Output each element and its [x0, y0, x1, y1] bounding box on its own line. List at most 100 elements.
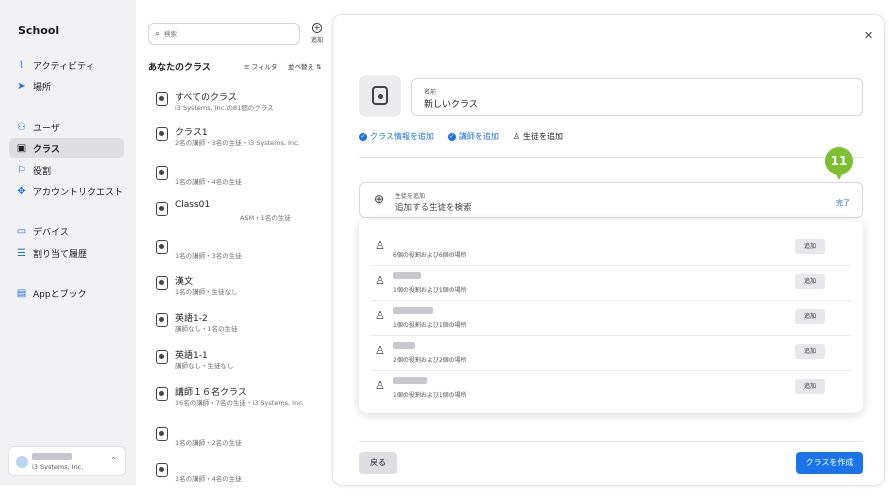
class-subtitle: 1名の講師・3名の生徒	[175, 252, 242, 260]
sidebar-item-label: ユーザ	[33, 123, 60, 134]
student-desc: 2個の役割および2個の場所	[393, 357, 467, 364]
back-button[interactable]: 戻る	[359, 452, 397, 474]
step-indicator: ✓ クラス情報を追加 ✓ 講師を追加 ♙ 生徒を追加	[359, 131, 563, 142]
name-value[interactable]: 新しいクラス	[424, 97, 478, 110]
sidebar-item-devices[interactable]: ▭ デバイス	[9, 221, 124, 241]
filter-button[interactable]: ≡ フィルタ	[244, 61, 277, 71]
add-class-button[interactable]: + 追加	[308, 23, 326, 44]
account-switcher[interactable]: i3 Systems, Inc. ⌃	[8, 446, 126, 476]
student-desc: 1個の役割および1個の場所	[393, 322, 467, 329]
person-icon: ♙	[375, 309, 385, 322]
sidebar-item-roles[interactable]: ⚐ 役割	[9, 160, 124, 180]
student-name-redacted	[393, 307, 433, 314]
class-icon	[156, 240, 168, 254]
sidebar-item-classes[interactable]: ▣ クラス	[9, 138, 124, 158]
step-add-teachers[interactable]: ✓ 講師を追加	[447, 131, 499, 142]
class-avatar[interactable]	[359, 75, 401, 117]
divider	[359, 441, 863, 442]
class-icon	[156, 387, 168, 401]
checkmark-icon: ✓	[447, 132, 456, 141]
search-add-icon: ⊕	[374, 192, 385, 206]
student-desc: 1個の役割および1個の場所	[393, 287, 467, 294]
search-input[interactable]	[164, 30, 285, 38]
step-callout: 11	[825, 147, 855, 180]
sidebar-item-account-requests[interactable]: ✥ アカウントリクエスト	[9, 181, 124, 201]
sidebar-item-assignment-history[interactable]: ☰ 割り当て履歴	[9, 243, 124, 263]
avatar	[16, 456, 28, 468]
done-button[interactable]: 完了	[836, 198, 850, 208]
student-name-redacted	[393, 272, 421, 279]
step-label: 講師を追加	[458, 132, 499, 141]
step-label: クラス情報を追加	[370, 132, 434, 141]
class-list-pane: ⌕ + 追加 あなたのクラス ≡ フィルタ 並べ替え ⇅ すべてのクラス i3 …	[136, 0, 332, 485]
history-icon: ☰	[17, 247, 26, 259]
step-label: 生徒を追加	[523, 132, 564, 141]
sidebar: School ⌇ アクティビティ ➤ 場所 ⚇ ユーザ ▣ クラス ⚐ 役割 ✥…	[0, 0, 136, 485]
divider	[359, 157, 863, 158]
add-student-button[interactable]: 追加	[795, 309, 825, 324]
account-org: i3 Systems, Inc.	[32, 463, 84, 471]
person-icon: ♙	[512, 132, 521, 141]
person-icon: ♙	[375, 344, 385, 357]
list-item[interactable]: ♙ 2個の役割および2個の場所 追加	[371, 337, 851, 371]
class-subtitle: 講師なし・生徒なし	[175, 362, 234, 370]
sidebar-item-apps-books[interactable]: ▤ Appとブック	[9, 283, 124, 303]
student-search-field[interactable]: ⊕ 生徒を追加 追加する生徒を検索 完了	[359, 182, 863, 218]
laptop-icon: ▭	[16, 225, 27, 237]
student-search-input[interactable]: 追加する生徒を検索	[395, 201, 472, 213]
sort-button[interactable]: 並べ替え ⇅	[288, 61, 322, 71]
class-subtitle: 2名の講師・3名の生徒・i3 Systems, Inc.	[175, 139, 300, 147]
sidebar-item-label: 役割	[33, 166, 52, 177]
sort-label: 並べ替え	[288, 63, 314, 71]
flag-icon: ⚐	[17, 164, 26, 176]
account-name-redacted	[32, 453, 72, 460]
student-results-list: ♙ 6個の役割および6個の場所 追加 ♙ 1個の役割および1個の場所 追加 ♙ …	[359, 220, 863, 413]
create-class-button[interactable]: クラスを作成	[796, 452, 863, 474]
add-student-button[interactable]: 追加	[795, 274, 825, 289]
list-item[interactable]: ♙ 1個の役割および1個の場所 追加	[371, 372, 851, 406]
class-icon	[156, 202, 168, 216]
chevron-updown-icon: ⌃	[110, 456, 117, 465]
name-label: 名前	[424, 89, 437, 96]
step-add-students[interactable]: ♙ 生徒を追加	[513, 131, 563, 142]
class-subtitle: i3 Systems, Inc.の81個のクラス	[175, 104, 274, 112]
new-class-dialog: ✕ 名前 新しいクラス ✓ クラス情報を追加 ✓ 講師を追加 ♙ 生徒を追加 1…	[332, 14, 885, 486]
request-icon: ✥	[17, 185, 26, 197]
step-class-info[interactable]: ✓ クラス情報を追加	[359, 131, 434, 142]
sidebar-item-activity[interactable]: ⌇ アクティビティ	[9, 55, 124, 75]
activity-icon: ⌇	[19, 59, 24, 71]
list-item[interactable]: ♙ 6個の役割および6個の場所 追加	[371, 232, 851, 266]
plus-circle-icon: +	[312, 23, 322, 33]
class-icon	[156, 463, 168, 477]
add-student-button[interactable]: 追加	[795, 344, 825, 359]
add-student-button[interactable]: 追加	[795, 379, 825, 394]
search-icon: ⌕	[155, 29, 161, 39]
close-icon[interactable]: ✕	[864, 29, 873, 42]
class-icon	[156, 166, 168, 180]
list-item[interactable]: ♙ 1個の役割および1個の場所 追加	[371, 302, 851, 336]
add-student-button[interactable]: 追加	[795, 239, 825, 254]
checkmark-icon: ✓	[359, 132, 367, 141]
student-desc: 1個の役割および1個の場所	[393, 392, 467, 399]
search-field[interactable]: ⌕	[148, 23, 300, 45]
class-icon	[156, 350, 168, 364]
class-subtitle: 講師なし・1名の生徒	[175, 325, 238, 333]
student-name-redacted	[393, 342, 415, 349]
list-title: あなたのクラス	[148, 63, 211, 73]
sidebar-item-label: アカウントリクエスト	[33, 187, 124, 198]
person-icon: ♙	[375, 239, 385, 252]
add-label: 追加	[310, 37, 323, 44]
class-name-field[interactable]: 名前 新しいクラス	[411, 78, 863, 116]
class-subtitle: ASM・1名の生徒	[240, 214, 291, 222]
sidebar-item-users[interactable]: ⚇ ユーザ	[9, 117, 124, 137]
callout-tail	[835, 172, 843, 180]
student-desc: 6個の役割および6個の場所	[393, 252, 467, 259]
class-icon: ▣	[16, 142, 27, 154]
sidebar-item-locations[interactable]: ➤ 場所	[9, 76, 124, 96]
filter-label: フィルタ	[251, 63, 278, 71]
sort-icon: ⇅	[316, 63, 322, 71]
list-item[interactable]: ♙ 1個の役割および1個の場所 追加	[371, 267, 851, 301]
class-subtitle: 16名の講師・7名の生徒・i3 Systems, Inc.	[175, 399, 304, 407]
sidebar-item-label: 場所	[33, 82, 52, 93]
brand-label: School	[18, 24, 60, 37]
